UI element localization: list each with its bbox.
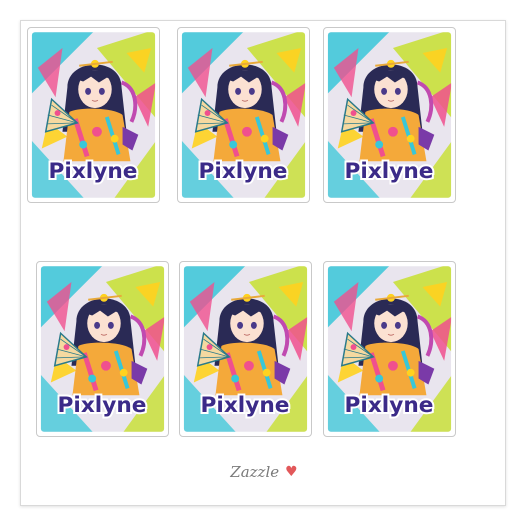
sticker-label: Pixlyne — [199, 159, 288, 184]
sticker-label: Pixlyne — [49, 159, 138, 184]
sticker-2: Pixlyne — [177, 27, 310, 203]
sticker-label: Pixlyne — [58, 393, 147, 418]
sticker-artwork: Pixlyne — [327, 266, 452, 432]
sticker-5: Pixlyne — [179, 261, 312, 437]
sticker-label: Pixlyne — [345, 393, 434, 418]
sticker-1: Pixlyne — [27, 27, 160, 203]
sticker-artwork: Pixlyne — [40, 266, 165, 432]
heart-icon[interactable]: ♥ — [285, 465, 298, 479]
sticker-4: Pixlyne — [36, 261, 169, 437]
sticker-artwork: Pixlyne — [31, 32, 156, 198]
sticker-artwork: Pixlyne — [181, 32, 306, 198]
sticker-3: Pixlyne — [323, 27, 456, 203]
zazzle-logo[interactable]: Zazzle — [230, 463, 279, 481]
sticker-label: Pixlyne — [345, 159, 434, 184]
sticker-artwork: Pixlyne — [327, 32, 452, 198]
sticker-label: Pixlyne — [201, 393, 290, 418]
sticker-artwork: Pixlyne — [183, 266, 308, 432]
footer: Zazzle ♥ — [21, 463, 507, 481]
sticker-6: Pixlyne — [323, 261, 456, 437]
sticker-sheet: Pixlyne Pixlyne Pixlyne Pixlyne Pixlyne … — [20, 20, 506, 506]
